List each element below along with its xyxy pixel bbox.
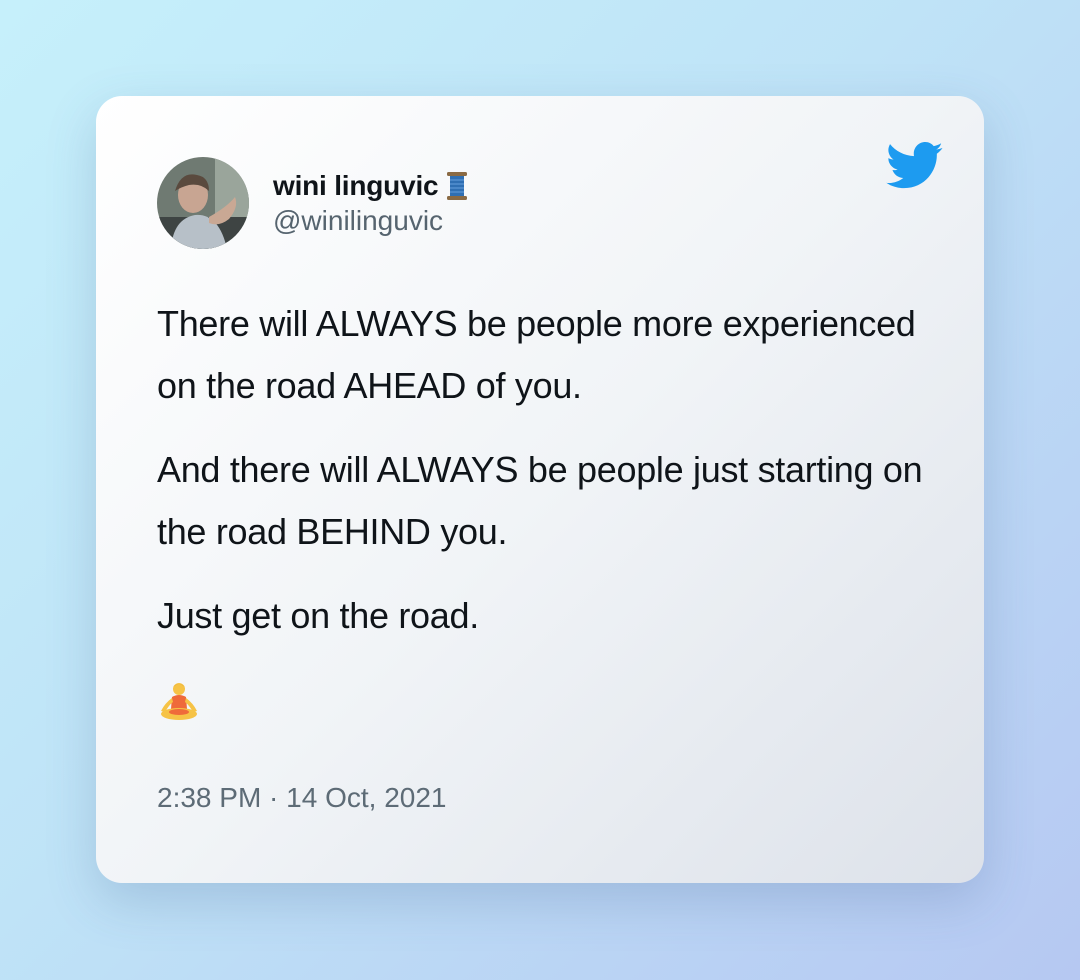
tweet-card: wini linguvic @winilinguvic There will A… [96, 96, 984, 883]
user-handle[interactable]: @winilinguvic [273, 205, 468, 237]
avatar-photo [157, 157, 249, 249]
tweet-timestamp[interactable]: 2:38 PM · 14 Oct, 2021 [157, 782, 447, 814]
person-in-lotus-position-icon [157, 681, 201, 723]
twitter-bird-icon[interactable] [886, 142, 944, 190]
display-name-row: wini linguvic [273, 169, 468, 203]
tweet-text: There will ALWAYS be people more experie… [157, 293, 937, 669]
tweet-header: wini linguvic @winilinguvic [157, 157, 468, 249]
tweet-paragraph: And there will ALWAYS be people just sta… [157, 449, 923, 552]
avatar[interactable] [157, 157, 249, 249]
tweet-paragraph: There will ALWAYS be people more experie… [157, 303, 916, 406]
author-names: wini linguvic @winilinguvic [273, 169, 468, 237]
display-name[interactable]: wini linguvic [273, 170, 439, 202]
tweet-paragraph: Just get on the road. [157, 595, 479, 636]
spool-of-thread-icon [446, 171, 468, 201]
